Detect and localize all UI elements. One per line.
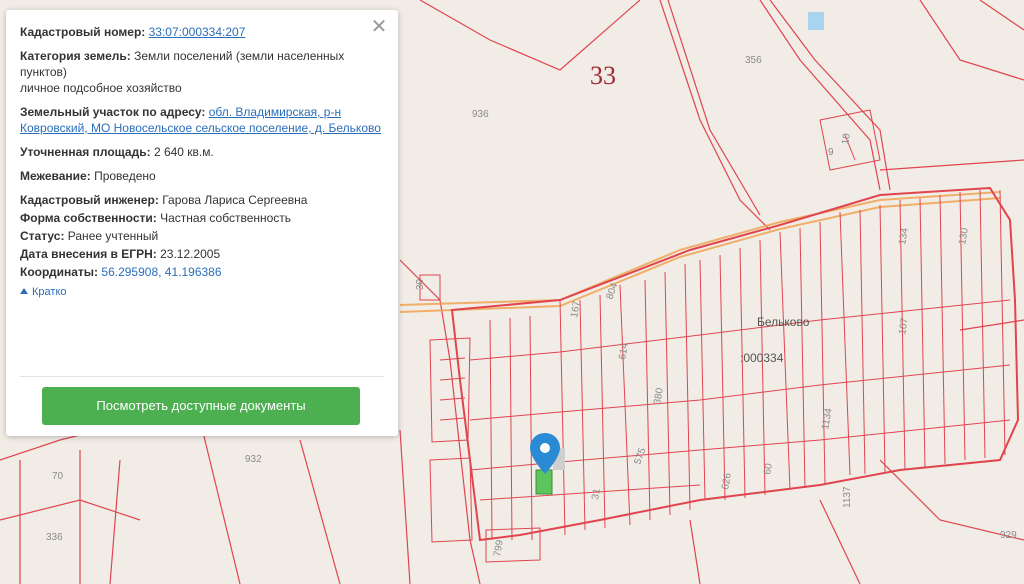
coordinates-link[interactable]: 56.295908, 41.196386 [101, 265, 221, 279]
status-row: Статус: Ранее учтенный [20, 228, 384, 244]
engineer-value: Гарова Лариса Сергеевна [162, 193, 308, 207]
divider [20, 376, 384, 377]
land-category-label: Категория земель: [20, 49, 131, 63]
engineer-label: Кадастровый инженер: [20, 193, 159, 207]
close-icon[interactable]: ✕ [370, 17, 388, 37]
parcel-number-label: 936 [472, 109, 489, 120]
cadastral-number-label: Кадастровый номер: [20, 25, 146, 39]
land-use-value: личное подсобное хозяйство [20, 81, 182, 95]
area-label: Уточненная площадь: [20, 145, 151, 159]
registry-date-label: Дата внесения в ЕГРН: [20, 247, 157, 261]
survey-row: Межевание: Проведено [20, 168, 384, 184]
land-category-row: Категория земель: Земли поселений (земли… [20, 48, 384, 96]
pond [808, 12, 824, 30]
engineer-row: Кадастровый инженер: Гарова Лариса Серге… [20, 192, 384, 208]
parcel-number-label: 30 [415, 278, 426, 290]
coordinates-row: Координаты: 56.295908, 41.196386 [20, 264, 384, 280]
address-label: Земельный участок по адресу: [20, 105, 206, 119]
view-documents-button[interactable]: Посмотреть доступные документы [42, 387, 360, 425]
ownership-value: Частная собственность [160, 211, 292, 225]
parcel-number-label: 932 [245, 454, 262, 465]
address-row: Земельный участок по адресу: обл. Владим… [20, 104, 384, 136]
survey-value: Проведено [94, 169, 156, 183]
parcel-number-label: 336 [46, 532, 63, 543]
status-value: Ранее учтенный [67, 229, 159, 243]
parcel-info-panel: ✕ Кадастровый номер: 33:07:000334:207 Ка… [6, 10, 398, 436]
area-row: Уточненная площадь: 2 640 кв.м. [20, 144, 384, 160]
survey-label: Межевание: [20, 169, 91, 183]
block-number-label: 33 [590, 61, 616, 90]
ownership-label: Форма собственности: [20, 211, 157, 225]
registry-date-row: Дата внесения в ЕГРН: 23.12.2005 [20, 246, 384, 262]
collapse-arrow-icon [20, 288, 28, 294]
ownership-row: Форма собственности: Частная собственнос… [20, 210, 384, 226]
registry-date-value: 23.12.2005 [160, 247, 221, 261]
parcel-number-label: 929 [1000, 530, 1017, 541]
parcel-number-label: 9 [828, 147, 834, 158]
brief-label: Кратко [32, 286, 67, 298]
parcel-number-label: 70 [52, 471, 64, 482]
village-name-label: Бельково [757, 315, 810, 329]
parcel-number-label: 356 [745, 55, 762, 66]
coordinates-label: Координаты: [20, 265, 99, 279]
parcel-number-label: 1137 [842, 486, 853, 508]
cadastral-number-row: Кадастровый номер: 33:07:000334:207 [20, 24, 384, 40]
block-code-label: :000334 [740, 351, 784, 365]
cadastral-number-link[interactable]: 33:07:000334:207 [149, 25, 246, 39]
status-label: Статус: [20, 229, 65, 243]
brief-toggle[interactable]: Кратко [20, 284, 384, 300]
selected-parcel[interactable] [535, 469, 553, 495]
area-value: 2 640 кв.м. [153, 145, 214, 159]
